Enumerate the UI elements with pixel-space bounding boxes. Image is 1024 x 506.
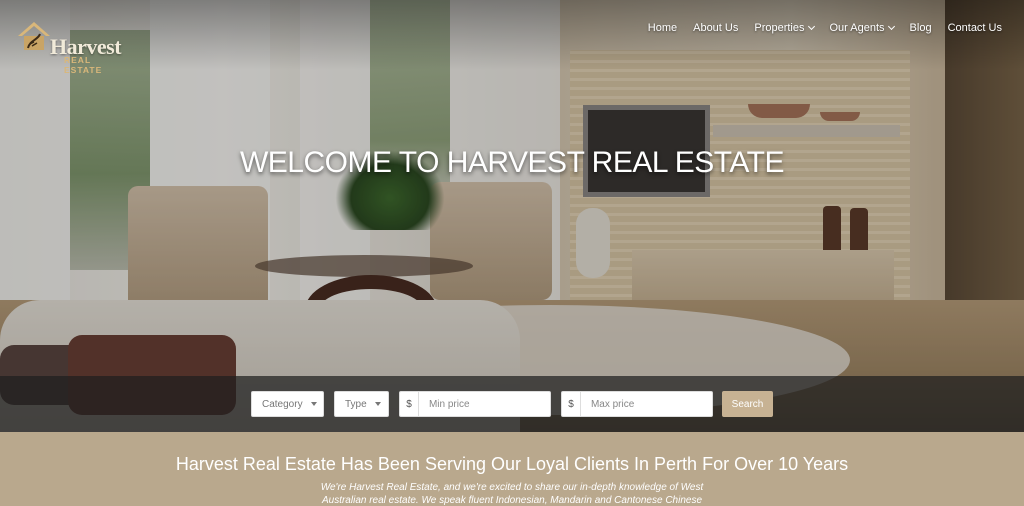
nav-label: Blog (909, 22, 932, 34)
intro-section: Harvest Real Estate Has Been Serving Our… (0, 432, 1024, 506)
nav-label: About Us (693, 22, 739, 34)
intro-heading: Harvest Real Estate Has Been Serving Our… (175, 454, 849, 474)
category-select[interactable]: Category (251, 391, 324, 417)
search-button[interactable]: Search (722, 391, 773, 417)
caret-down-icon (374, 402, 381, 406)
type-select-value: Type (345, 398, 367, 410)
min-price-field: $ (399, 391, 551, 417)
dollar-icon: $ (562, 392, 581, 416)
main-nav: Home About Us Properties Our Agents Blog… (640, 20, 1010, 36)
caret-down-icon (310, 402, 317, 406)
nav-label: Contact Us (947, 22, 1002, 34)
nav-label: Properties (754, 22, 805, 34)
house-icon (18, 22, 50, 50)
nav-contact-us[interactable]: Contact Us (940, 20, 1010, 36)
nav-blog[interactable]: Blog (902, 20, 940, 36)
hero-title: WELCOME TO HARVEST REAL ESTATE (239, 146, 785, 179)
max-price-field: $ (561, 391, 713, 417)
nav-our-agents[interactable]: Our Agents (822, 20, 902, 36)
site-logo[interactable]: Harvest REAL ESTATE (16, 20, 128, 75)
hero-background (0, 0, 1024, 432)
min-price-input[interactable] (418, 392, 550, 416)
nav-label: Home (647, 22, 678, 34)
nav-about-us[interactable]: About Us (685, 20, 746, 36)
dollar-icon: $ (400, 392, 419, 416)
category-select-value: Category (262, 398, 303, 410)
logo-subtitle: REAL ESTATE (64, 55, 103, 75)
type-select[interactable]: Type (334, 391, 389, 417)
chevron-down-icon (887, 22, 895, 31)
intro-text: We're Harvest Real Estate, and we're exc… (320, 482, 704, 506)
nav-label: Our Agents (829, 22, 885, 34)
chevron-down-icon (807, 22, 815, 31)
nav-home[interactable]: Home (640, 20, 685, 36)
max-price-input[interactable] (580, 392, 712, 416)
nav-properties[interactable]: Properties (746, 20, 821, 36)
